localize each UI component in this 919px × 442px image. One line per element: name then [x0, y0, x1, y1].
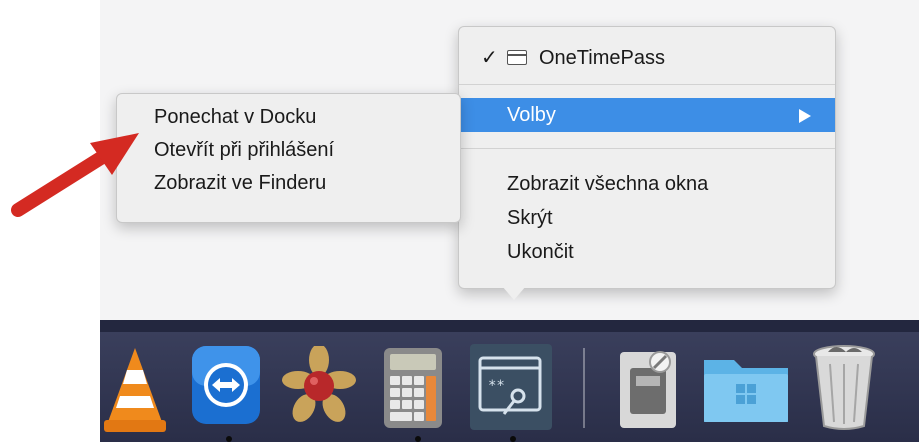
window-icon — [507, 50, 527, 65]
dock-divider — [583, 348, 585, 428]
svg-text:**: ** — [488, 378, 505, 394]
teamviewer-icon[interactable] — [188, 342, 264, 430]
menu-item-app-window[interactable]: ✓ OneTimePass — [459, 41, 835, 75]
running-indicator — [226, 436, 232, 442]
vlc-icon[interactable] — [100, 340, 170, 436]
trash-icon[interactable] — [806, 342, 882, 432]
app-window-label: OneTimePass — [539, 47, 665, 69]
dock-context-menu: ✓ OneTimePass Volby Zobrazit všechna okn… — [458, 26, 836, 289]
checkmark-icon: ✓ — [481, 47, 498, 69]
menu-separator — [459, 84, 835, 85]
menu-item-hide[interactable]: Skrýt — [459, 201, 835, 235]
disk-utility-icon[interactable] — [610, 346, 686, 432]
calculator-icon[interactable] — [378, 344, 448, 432]
submenu-item-show-in-finder[interactable]: Zobrazit ve Finderu — [154, 172, 326, 195]
submenu-item-open-at-login[interactable]: Otevřít při přihlášení — [154, 139, 334, 162]
submenu-arrow-icon — [799, 109, 811, 123]
menu-separator — [459, 148, 835, 149]
running-indicator — [510, 436, 516, 442]
menu-pointer — [502, 286, 526, 300]
running-indicator — [415, 436, 421, 442]
options-submenu: Ponechat v Docku Otevřít při přihlášení … — [116, 93, 461, 223]
menu-item-quit[interactable]: Ukončit — [459, 235, 835, 269]
menu-item-options[interactable]: Volby — [459, 98, 835, 132]
options-label: Volby — [507, 104, 556, 126]
submenu-item-keep-in-dock[interactable]: Ponechat v Docku — [154, 106, 316, 129]
game-center-icon[interactable] — [282, 346, 356, 430]
onetimepass-icon[interactable]: ** — [470, 344, 552, 430]
folder-icon[interactable] — [698, 348, 794, 428]
menu-item-show-all-windows[interactable]: Zobrazit všechna okna — [459, 167, 835, 201]
